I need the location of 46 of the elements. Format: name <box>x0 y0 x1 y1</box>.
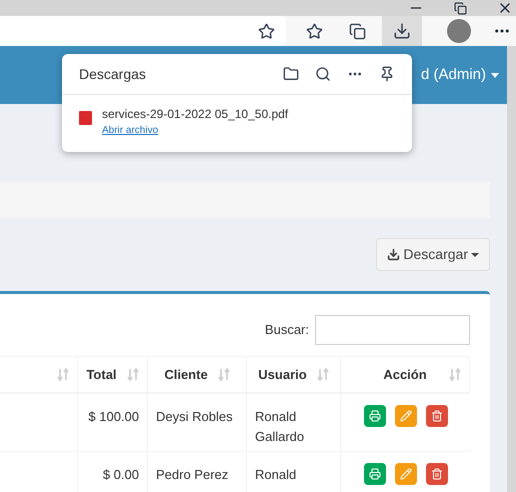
column-header[interactable]: Usuario <box>247 357 341 392</box>
print-button[interactable] <box>364 463 386 485</box>
printer-icon <box>368 410 380 422</box>
user-menu[interactable]: d (Admin) <box>420 64 499 86</box>
search-label: Buscar: <box>264 321 309 340</box>
sort-icon <box>57 368 69 381</box>
pdf-file-icon <box>79 111 92 125</box>
table-cell: Deysi Robles <box>148 394 247 451</box>
table-cell: Pedro Perez <box>148 452 247 492</box>
trash-icon <box>430 410 442 422</box>
caret-icon <box>491 72 499 78</box>
restore-icon[interactable] <box>454 2 467 14</box>
favorites-icon[interactable] <box>306 22 323 40</box>
pencil-icon <box>400 410 412 422</box>
table-cell: Ronald <box>247 452 341 492</box>
folder-icon[interactable] <box>283 66 299 82</box>
trash-icon <box>430 468 442 480</box>
delete-button[interactable] <box>426 405 448 427</box>
pencil-icon <box>400 468 412 480</box>
open-file-link[interactable]: Abrir archivo <box>102 123 288 138</box>
add-favorite-icon[interactable] <box>258 22 275 40</box>
column-header[interactable]: Total <box>78 357 148 392</box>
pin-icon[interactable] <box>379 66 395 82</box>
printer-icon <box>368 468 380 480</box>
sort-icon <box>126 368 139 381</box>
panel-title: Descargas <box>79 64 147 84</box>
address-field[interactable] <box>0 16 286 46</box>
file-name[interactable]: services-29-01-2022 05_10_50.pdf <box>102 105 288 123</box>
table-cell: $ 0.00 <box>78 452 148 492</box>
downloads-button[interactable] <box>382 16 422 46</box>
search-field[interactable] <box>315 315 470 345</box>
sort-icon <box>218 368 230 381</box>
collections-icon[interactable] <box>349 22 366 40</box>
table-cell: Ronald Gallardo <box>247 394 341 451</box>
download-dropdown-button[interactable]: Descargar <box>376 238 490 271</box>
sort-icon <box>316 368 329 381</box>
column-header[interactable]: Acción <box>341 357 470 392</box>
download-icon <box>393 22 411 40</box>
search-icon[interactable] <box>315 66 331 82</box>
column-header[interactable]: Cliente <box>148 357 247 392</box>
sort-icon <box>449 368 461 381</box>
table-cell: $ 100.00 <box>78 394 148 451</box>
download-icon <box>387 248 400 261</box>
print-button[interactable] <box>364 405 386 427</box>
delete-button[interactable] <box>426 463 448 485</box>
avatar-icon[interactable] <box>447 19 471 43</box>
